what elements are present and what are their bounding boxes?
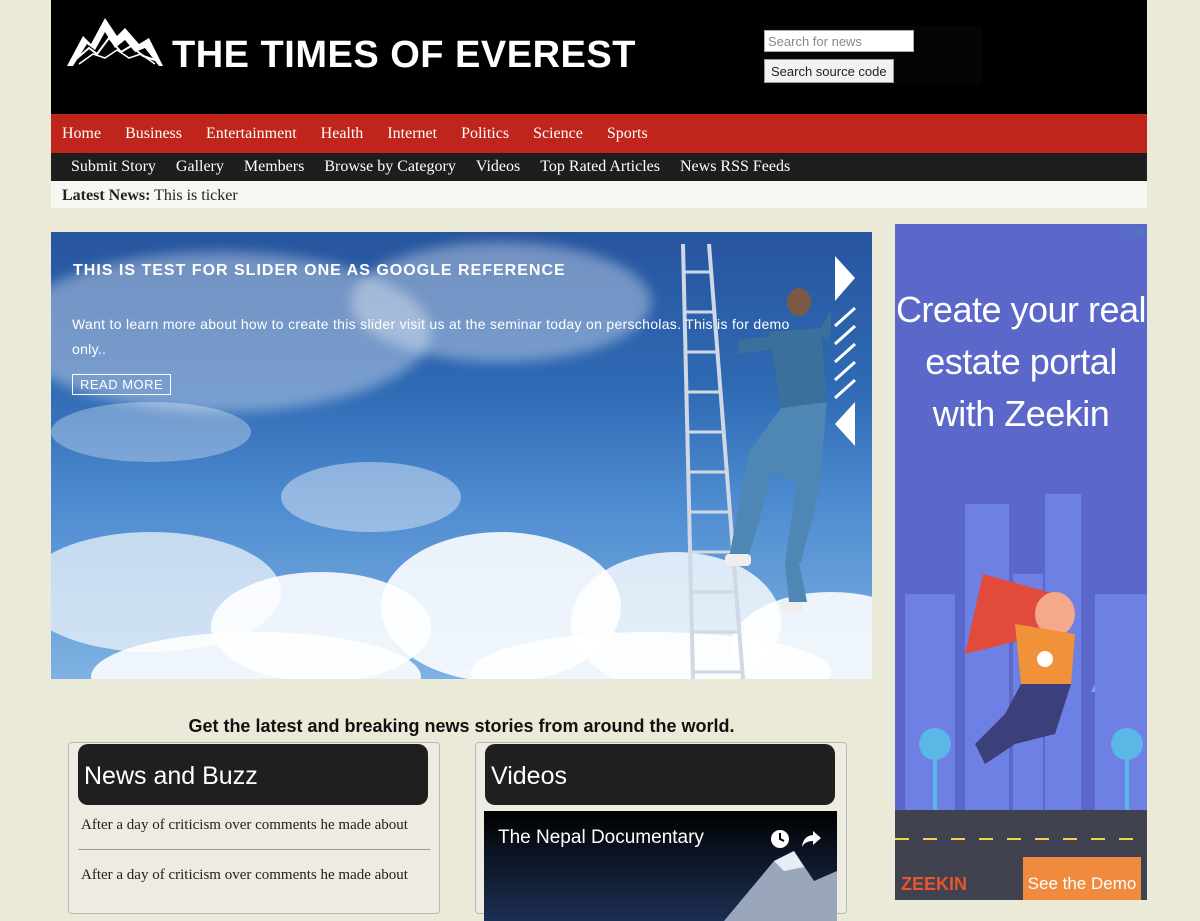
nav-item-sports[interactable]: Sports bbox=[607, 114, 648, 153]
ad-city-illustration bbox=[905, 494, 1147, 814]
nav-item-members[interactable]: Members bbox=[244, 153, 304, 181]
ticker-text[interactable]: This is ticker bbox=[154, 187, 238, 204]
nav-item-science[interactable]: Science bbox=[533, 114, 583, 153]
news-ticker: Latest News: This is ticker bbox=[51, 181, 1147, 208]
news-item[interactable]: After a day of criticism over comments h… bbox=[78, 817, 433, 834]
ticker-label: Latest News: bbox=[62, 187, 151, 204]
primary-nav: Home Business Entertainment Health Inter… bbox=[51, 114, 1147, 153]
nav-item-browse-by-category[interactable]: Browse by Category bbox=[324, 153, 456, 181]
ad-headline: Create your real estate portal with Zeek… bbox=[895, 289, 1147, 434]
search-input[interactable] bbox=[764, 30, 914, 52]
nav-item-business[interactable]: Business bbox=[125, 114, 182, 153]
ladder-climber-image bbox=[681, 243, 831, 679]
nav-item-videos[interactable]: Videos bbox=[476, 153, 520, 181]
nav-item-top-rated-articles[interactable]: Top Rated Articles bbox=[540, 153, 660, 181]
video-title[interactable]: The Nepal Documentary bbox=[498, 827, 704, 849]
nav-item-gallery[interactable]: Gallery bbox=[176, 153, 224, 181]
site-tagline: Get the latest and breaking news stories… bbox=[188, 716, 735, 736]
read-more-button[interactable]: READ MORE bbox=[72, 374, 172, 395]
watch-later-clock-icon[interactable] bbox=[770, 829, 790, 849]
site-title[interactable]: THE TIMES OF EVEREST bbox=[172, 34, 636, 77]
nav-item-submit-story[interactable]: Submit Story bbox=[71, 153, 156, 181]
mountain-logo-icon[interactable] bbox=[65, 14, 165, 74]
advertisement-banner[interactable]: ▷✕ Create your real estate portal with Z… bbox=[895, 224, 1147, 900]
nav-item-internet[interactable]: Internet bbox=[387, 114, 437, 153]
video-player[interactable]: The Nepal Documentary bbox=[484, 811, 837, 921]
search-button[interactable]: Search source code bbox=[764, 59, 894, 83]
ad-close-icon[interactable]: ▷✕ bbox=[1126, 225, 1145, 239]
ad-cta-button[interactable]: See the Demo bbox=[1023, 857, 1141, 900]
nav-item-health[interactable]: Health bbox=[321, 114, 364, 153]
slider-nav-arrows-icon[interactable] bbox=[833, 256, 857, 451]
videos-panel-heading: Videos bbox=[485, 744, 835, 805]
slide-description: Want to learn more about how to create t… bbox=[72, 316, 790, 357]
nav-item-home[interactable]: Home bbox=[62, 114, 101, 153]
share-icon[interactable] bbox=[800, 829, 822, 849]
news-divider bbox=[78, 849, 430, 850]
ad-logo: ZEEKIN bbox=[901, 874, 968, 894]
site-header: THE TIMES OF EVEREST Search source code bbox=[51, 0, 1147, 114]
nav-item-politics[interactable]: Politics bbox=[461, 114, 509, 153]
news-panel-heading: News and Buzz bbox=[78, 744, 428, 805]
videos-panel: Videos The Nepal Documentary bbox=[475, 742, 847, 921]
search-area: Search source code bbox=[764, 26, 982, 84]
news-panel: News and Buzz After a day of criticism o… bbox=[68, 742, 440, 914]
nav-item-entertainment[interactable]: Entertainment bbox=[206, 114, 297, 153]
hero-slider[interactable]: THIS IS TEST FOR SLIDER ONE AS GOOGLE RE… bbox=[51, 232, 872, 679]
news-item[interactable]: After a day of criticism over comments h… bbox=[78, 867, 433, 884]
nav-item-news-rss-feeds[interactable]: News RSS Feeds bbox=[680, 153, 790, 181]
secondary-nav: Submit Story Gallery Members Browse by C… bbox=[51, 153, 1147, 181]
slide-title[interactable]: THIS IS TEST FOR SLIDER ONE AS GOOGLE RE… bbox=[73, 262, 566, 280]
